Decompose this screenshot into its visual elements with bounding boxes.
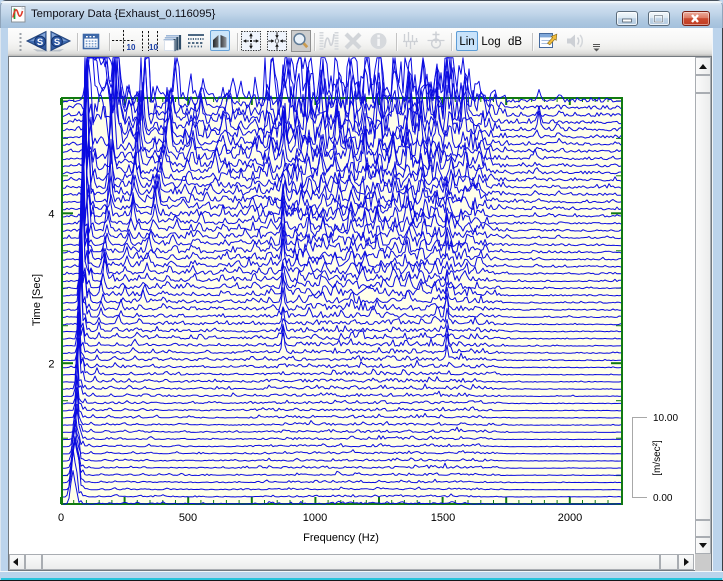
svg-text:10: 10 (149, 43, 158, 52)
svg-text:dB: dB (508, 36, 522, 48)
svg-text:Lin: Lin (459, 36, 474, 48)
svg-text:0: 0 (275, 39, 279, 46)
svg-text:10: 10 (127, 43, 136, 52)
svg-text:Log: Log (481, 36, 500, 48)
svg-text:S: S (37, 37, 43, 48)
svg-text:S: S (54, 37, 60, 48)
